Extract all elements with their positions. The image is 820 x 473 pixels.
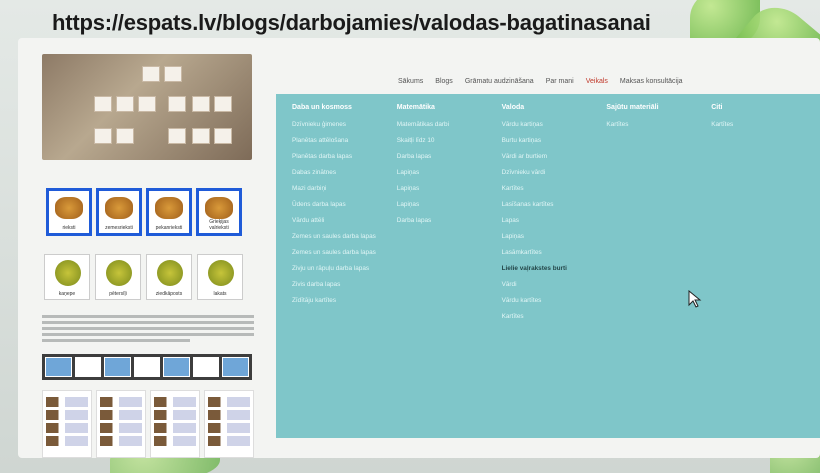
nav-item-konsultacija[interactable]: Maksas konsultācija (620, 78, 683, 85)
menu-item[interactable]: Skaitļi līdz 10 (397, 137, 496, 145)
menu-item[interactable]: Vārdi (502, 281, 601, 289)
cards-photo (42, 54, 252, 160)
menu-item[interactable]: Planētas attēlošana (292, 137, 391, 145)
menu-item[interactable]: Zivis darba lapas (292, 281, 391, 289)
menu-item[interactable]: Vārdi ar burtiem (502, 153, 601, 161)
menu-item[interactable]: Vārdu kartītes (502, 297, 601, 305)
menu-column-daba: Daba un kosmoss Dzīvnieku ģimenes Planēt… (286, 104, 391, 438)
menu-item[interactable]: Lapiņas (397, 169, 496, 177)
menu-item[interactable]: Lapiņas (397, 185, 496, 193)
food-card[interactable]: Grieķijas valrieksti (196, 188, 242, 236)
menu-item[interactable]: Kartītes (711, 121, 810, 129)
menu-item[interactable]: Dzīvnieku vārdi (502, 169, 601, 177)
menu-item-highlighted[interactable]: Lielie vaļrakstes burti (502, 265, 601, 273)
plant-card[interactable]: ziedkāposts (146, 254, 192, 300)
menu-item[interactable]: Planētas darba lapas (292, 153, 391, 161)
menu-item[interactable]: Lapiņas (397, 201, 496, 209)
menu-item[interactable]: Lasāmkartītes (502, 249, 601, 257)
plant-card[interactable]: lakats (197, 254, 243, 300)
menu-item[interactable]: Zivju un rāpuļu darba lapas (292, 265, 391, 273)
menu-item[interactable]: Kartītes (606, 121, 705, 129)
menu-item[interactable]: Zemes un saules darba lapas (292, 249, 391, 257)
nav-item-blogs[interactable]: Blogs (435, 78, 453, 85)
number-cards-strip (42, 354, 252, 380)
menu-item[interactable]: Burtu kartiņas (502, 137, 601, 145)
vocabulary-grid (42, 390, 254, 458)
top-nav: Sākums Blogs Grāmatu audzināšana Par man… (398, 78, 683, 85)
menu-item[interactable]: Lapas (502, 217, 601, 225)
menu-item[interactable]: Lapiņas (502, 233, 601, 241)
menu-column-title[interactable]: Matemātika (397, 104, 496, 111)
menu-item[interactable]: Zemes un saules darba lapas (292, 233, 391, 241)
menu-item[interactable]: Zīdītāju kartītes (292, 297, 391, 305)
menu-column-title[interactable]: Sajūtu materiāli (606, 104, 705, 111)
menu-item[interactable]: Lasīšanas kartītes (502, 201, 601, 209)
nav-item-veikals[interactable]: Veikals (586, 78, 608, 85)
menu-item[interactable]: Vārdu attēli (292, 217, 391, 225)
menu-column-valoda: Valoda Vārdu kartiņas Burtu kartiņas Vār… (496, 104, 601, 438)
menu-item[interactable]: Darba lapas (397, 217, 496, 225)
menu-column-title[interactable]: Citi (711, 104, 810, 111)
body-paragraph (42, 312, 254, 345)
plant-card[interactable]: pētersīļi (95, 254, 141, 300)
plant-card[interactable]: kaņepe (44, 254, 90, 300)
food-card[interactable]: zemesrieksti (96, 188, 142, 236)
menu-item[interactable]: Matemātikas darbi (397, 121, 496, 129)
menu-item[interactable]: Kartītes (502, 185, 601, 193)
nav-item-sakums[interactable]: Sākums (398, 78, 423, 85)
food-card[interactable]: pekanrieksti (146, 188, 192, 236)
mega-menu-dropdown: Daba un kosmoss Dzīvnieku ģimenes Planēt… (276, 94, 820, 438)
nav-item-par-mani[interactable]: Par mani (546, 78, 574, 85)
left-content-column: rieksti zemesrieksti pekanrieksti Grieķi… (42, 54, 254, 458)
menu-item[interactable]: Darba lapas (397, 153, 496, 161)
menu-item[interactable]: Kartītes (502, 313, 601, 321)
menu-item[interactable]: Vārdu kartiņas (502, 121, 601, 129)
menu-column-matematika: Matemātika Matemātikas darbi Skaitļi līd… (391, 104, 496, 438)
nav-item-gramatu[interactable]: Grāmatu audzināšana (465, 78, 534, 85)
food-cards-row: rieksti zemesrieksti pekanrieksti Grieķi… (46, 188, 242, 236)
url-banner: https://espats.lv/blogs/darbojamies/valo… (52, 10, 651, 35)
food-card[interactable]: rieksti (46, 188, 92, 236)
monitor-screen: rieksti zemesrieksti pekanrieksti Grieķi… (18, 38, 820, 458)
menu-item[interactable]: Dabas zinātnes (292, 169, 391, 177)
menu-item[interactable]: Mazi darbiņi (292, 185, 391, 193)
menu-item[interactable]: Dzīvnieku ģimenes (292, 121, 391, 129)
menu-column-citi: Citi Kartītes (705, 104, 810, 438)
menu-column-sajutu: Sajūtu materiāli Kartītes (600, 104, 705, 438)
menu-column-title[interactable]: Valoda (502, 104, 601, 111)
plant-cards-row: kaņepe pētersīļi ziedkāposts lakats (44, 254, 243, 300)
menu-item[interactable]: Ūdens darba lapas (292, 201, 391, 209)
menu-column-title[interactable]: Daba un kosmoss (292, 104, 391, 111)
